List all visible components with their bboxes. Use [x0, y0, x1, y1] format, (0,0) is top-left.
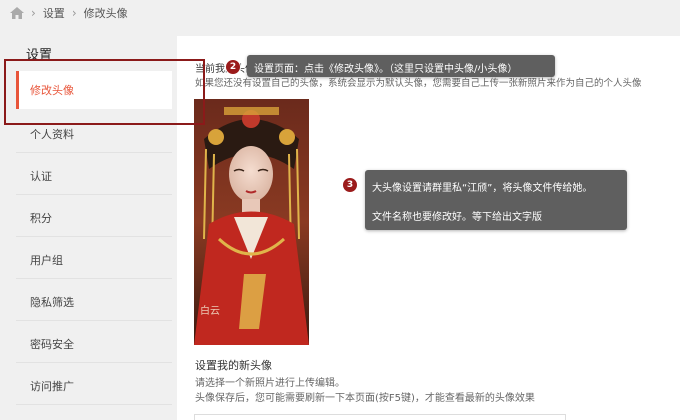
home-icon[interactable] [10, 7, 24, 19]
annotation-text-line-1: 大头像设置请群里私“江颀”，将头像文件传给她。 [372, 183, 593, 194]
annotation-text: 设置页面：点击《修改头像》。（这里只设置中头像/小头像） [254, 64, 518, 75]
new-avatar-title: 设置我的新头像 [195, 359, 272, 372]
breadcrumb-settings[interactable]: 设置 [43, 5, 65, 21]
annotation-highlight-box [4, 59, 205, 125]
sidebar-item-privacy[interactable]: 隐私筛选 [16, 283, 172, 321]
upload-field[interactable] [194, 414, 566, 420]
annotation-callout-2: 设置页面：点击《修改头像》。（这里只设置中头像/小头像） [247, 55, 555, 77]
breadcrumb-current: 修改头像 [83, 7, 128, 20]
annotation-badge-2: 2 [225, 59, 241, 75]
refresh-hint: 头像保存后，您可能需要刷新一下本页面(按F5键)，才能查看最新的头像效果 [195, 393, 535, 404]
annotation-badge-3: 3 [342, 177, 358, 193]
sidebar-item-promotion[interactable]: 访问推广 [16, 367, 172, 405]
sidebar-item-label: 积分 [30, 211, 52, 225]
upload-hint: 请选择一个新照片进行上传编辑。 [195, 378, 345, 389]
avatar-hint: 如果您还没有设置自己的头像，系统会显示为默认头像，您需要自己上传一张新照片来作为… [195, 78, 642, 89]
annotation-text-line-2: 文件名称也要修改好。等下给出文字版 [372, 212, 542, 223]
sidebar-item-label: 密码安全 [30, 337, 74, 351]
sidebar-item-password[interactable]: 密码安全 [16, 325, 172, 363]
breadcrumb: › 设置 › 修改头像 [10, 5, 128, 21]
annotation-callout-3: 大头像设置请群里私“江颀”，将头像文件传给她。 文件名称也要修改好。等下给出文字… [365, 170, 627, 230]
sidebar-item-usergroup[interactable]: 用户组 [16, 241, 172, 279]
chevron-right-icon: › [31, 6, 36, 20]
avatar-watermark: 白云 [200, 304, 220, 317]
sidebar-item-points[interactable]: 积分 [16, 199, 172, 237]
avatar-portrait: 白云 [194, 99, 309, 345]
sidebar-item-verification[interactable]: 认证 [16, 157, 172, 195]
sidebar-item-label: 个人资料 [30, 127, 74, 141]
sidebar-item-label: 用户组 [30, 253, 63, 267]
chevron-right-icon: › [71, 6, 77, 20]
current-avatar-image: 白云 [194, 99, 309, 345]
sidebar-item-label: 认证 [30, 169, 52, 183]
sidebar-item-label: 访问推广 [30, 379, 74, 393]
sidebar-item-label: 隐私筛选 [30, 295, 74, 309]
